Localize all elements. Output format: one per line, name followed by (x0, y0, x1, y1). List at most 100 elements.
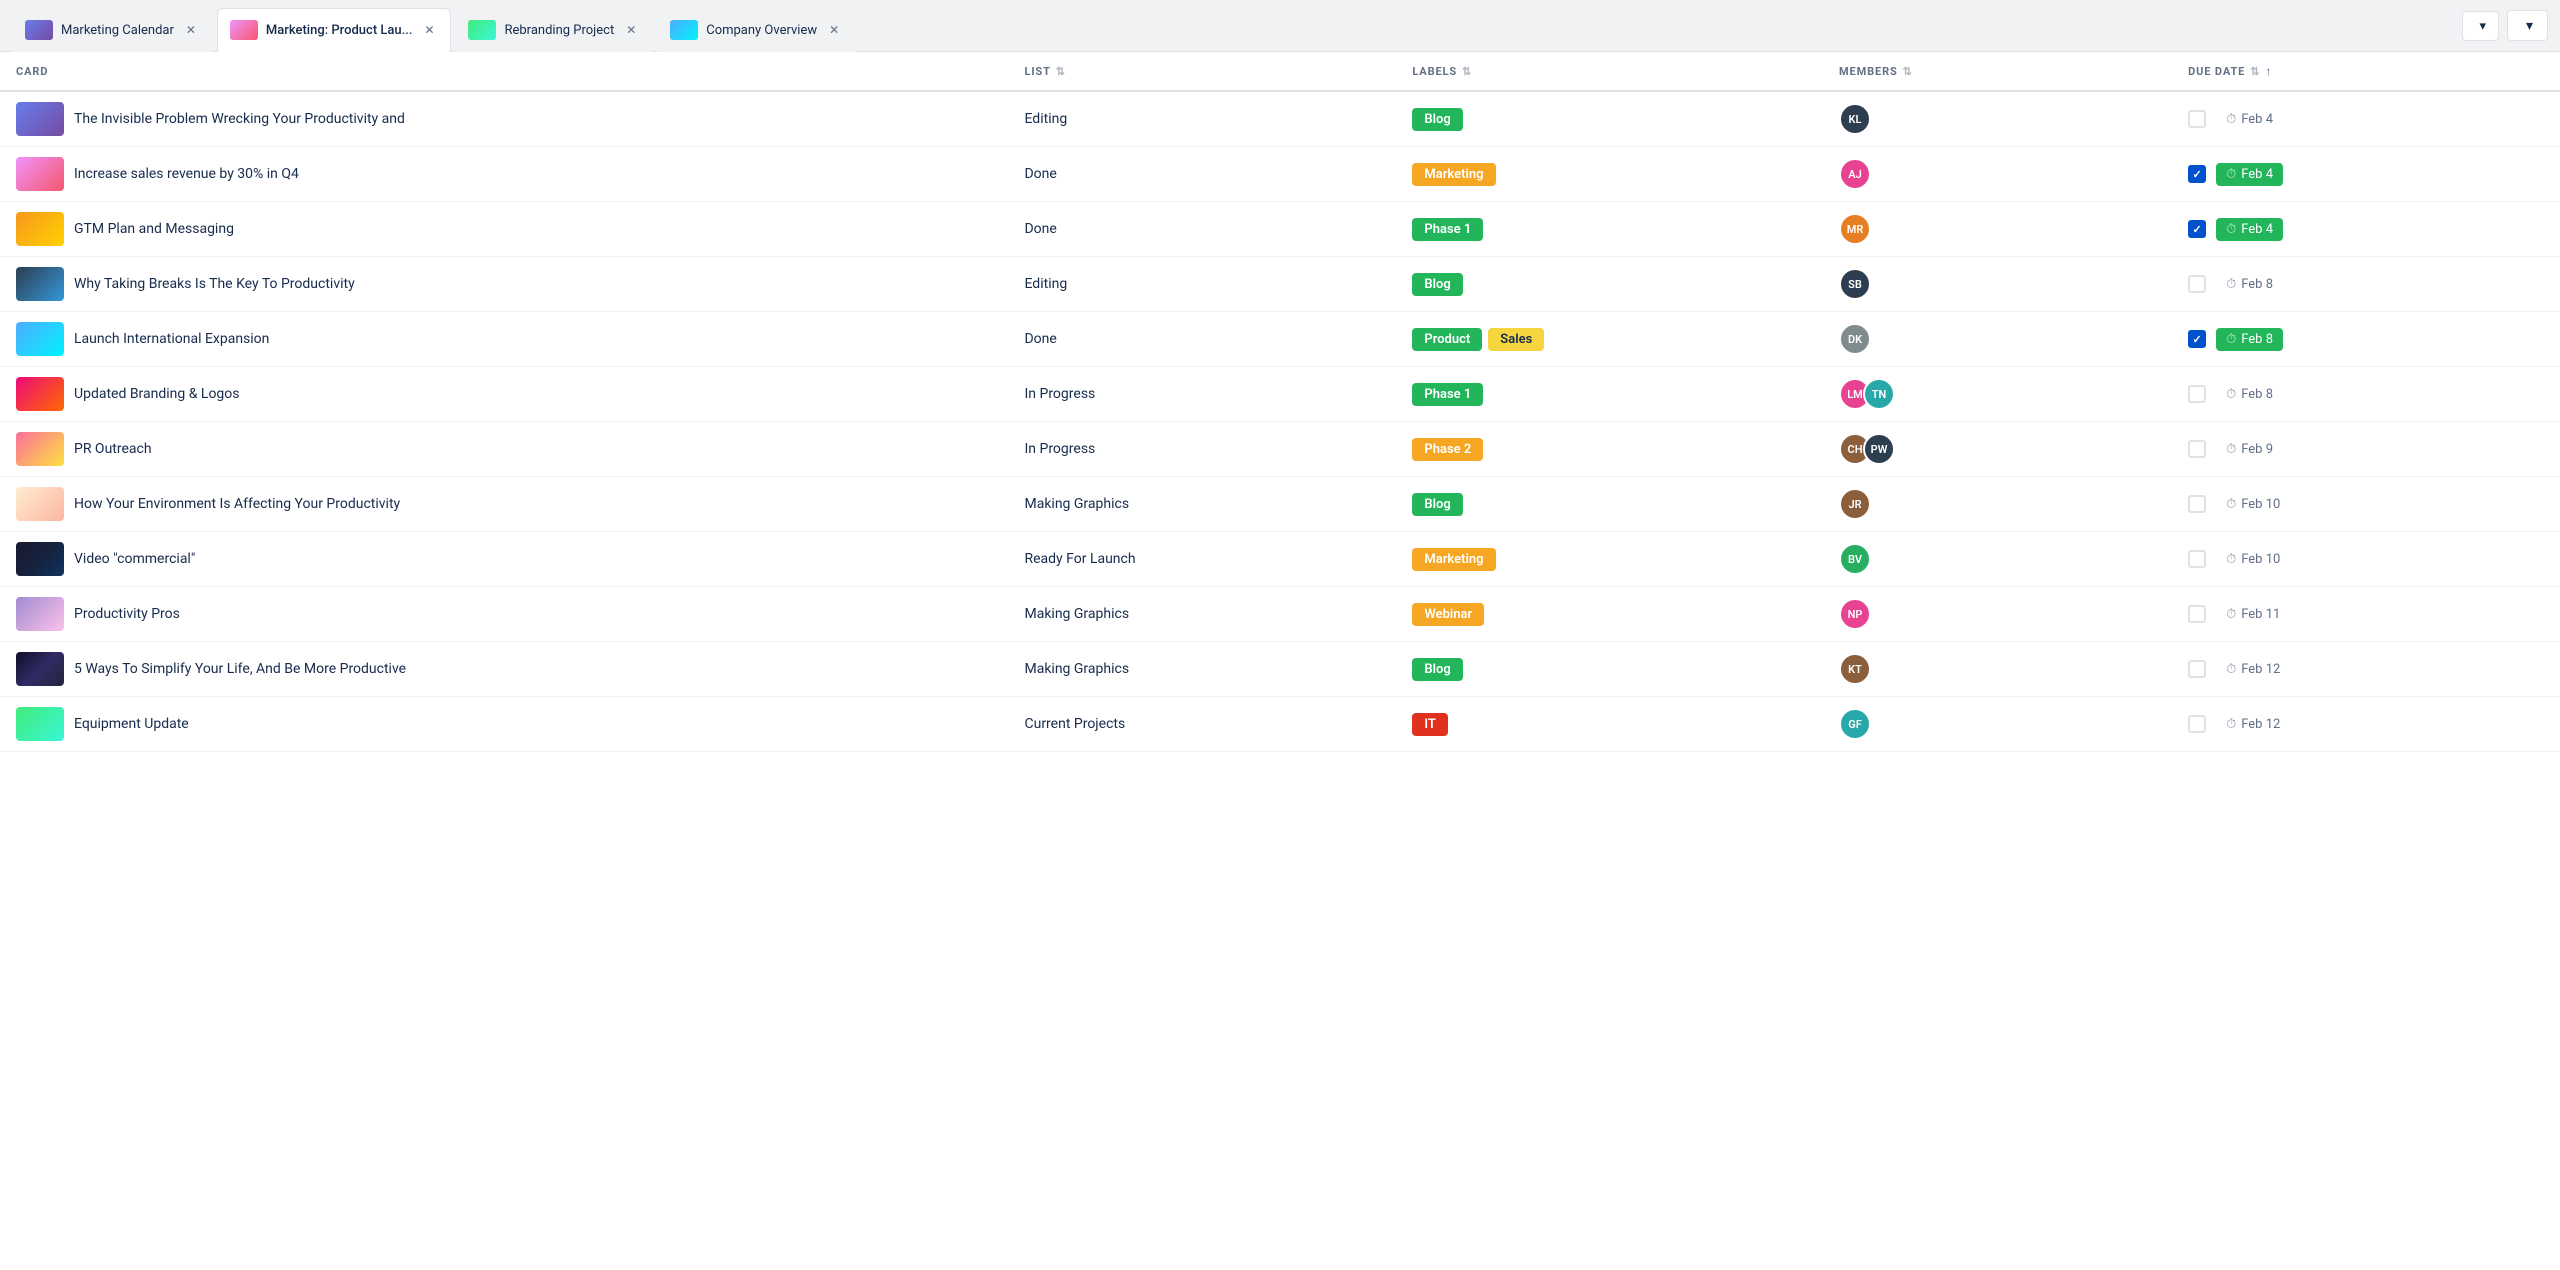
label-badge[interactable]: Blog (1412, 108, 1462, 131)
avatar[interactable]: GF (1839, 708, 1871, 740)
tab-rebranding[interactable]: Rebranding Project✕ (455, 8, 653, 52)
avatar[interactable]: SB (1839, 268, 1871, 300)
label-badge[interactable]: Sales (1488, 328, 1544, 351)
label-badge[interactable]: Marketing (1412, 548, 1495, 571)
card-title[interactable]: The Invisible Problem Wrecking Your Prod… (74, 111, 405, 127)
tab-close-icon[interactable]: ✕ (420, 21, 438, 39)
due-date-badge[interactable]: ⏱Feb 8 (2216, 383, 2283, 406)
due-date-checkbox[interactable] (2188, 660, 2206, 678)
clock-icon: ⏱ (2226, 222, 2236, 237)
avatar[interactable]: AJ (1839, 158, 1871, 190)
due-date-badge[interactable]: ⏱Feb 10 (2216, 548, 2290, 571)
card-title[interactable]: PR Outreach (74, 441, 152, 457)
avatar[interactable]: JR (1839, 488, 1871, 520)
labels-cell: Webinar (1396, 587, 1823, 642)
due-date-badge[interactable]: ⏱Feb 8 (2216, 273, 2283, 296)
avatar[interactable]: TN (1863, 378, 1895, 410)
tab-company-overview[interactable]: Company Overview✕ (657, 8, 856, 52)
avatar[interactable]: DK (1839, 323, 1871, 355)
label-badge[interactable]: Phase 1 (1412, 218, 1483, 241)
card-thumbnail (16, 487, 64, 521)
due-date-checkbox[interactable] (2188, 385, 2206, 403)
col-header-members[interactable]: MEMBERS⇅ (1823, 52, 2172, 91)
card-title[interactable]: Equipment Update (74, 716, 189, 732)
clock-icon: ⏱ (2226, 662, 2236, 677)
due-date-checkbox[interactable] (2188, 550, 2206, 568)
label-badge[interactable]: IT (1412, 713, 1448, 736)
tab-close-icon[interactable]: ✕ (622, 21, 640, 39)
tab-close-icon[interactable]: ✕ (825, 21, 843, 39)
card-thumbnail (16, 377, 64, 411)
tab-bar: Marketing Calendar✕Marketing: Product La… (0, 0, 2560, 52)
clock-icon: ⏱ (2226, 607, 2236, 622)
card-thumbnail (16, 432, 64, 466)
due-date-text: Feb 10 (2241, 552, 2280, 567)
due-date-badge[interactable]: ⏱ Feb 12 (2216, 658, 2290, 681)
due-date-text: Feb 9 (2241, 442, 2273, 457)
due-date-checkbox[interactable] (2188, 495, 2206, 513)
card-title[interactable]: Launch International Expansion (74, 331, 269, 347)
card-title[interactable]: How Your Environment Is Affecting Your P… (74, 496, 400, 512)
due-date-checkbox[interactable] (2188, 165, 2206, 183)
label-badge[interactable]: Product (1412, 328, 1482, 351)
due-date-text: Feb 11 (2241, 607, 2280, 622)
members-cell: BV (1823, 532, 2172, 587)
due-date-checkbox[interactable] (2188, 715, 2206, 733)
tab-thumb (468, 20, 496, 40)
due-date-checkbox[interactable] (2188, 330, 2206, 348)
due-date-checkbox[interactable] (2188, 440, 2206, 458)
avatar[interactable]: BV (1839, 543, 1871, 575)
col-header-due_date[interactable]: DUE DATE⇅↑ (2172, 52, 2560, 91)
card-title[interactable]: Video "commercial" (74, 551, 195, 567)
col-header-list[interactable]: LIST⇅ (1008, 52, 1396, 91)
due-date-badge[interactable]: ⏱Feb 8 (2216, 328, 2283, 351)
list-value: In Progress (1024, 441, 1095, 457)
tab-close-icon[interactable]: ✕ (182, 21, 200, 39)
add-boards-button[interactable]: ▾ (2462, 11, 2499, 41)
due-date-checkbox[interactable] (2188, 605, 2206, 623)
due-date-badge[interactable]: ⏱Feb 9 (2216, 438, 2283, 461)
due-date-badge[interactable]: ⏱Feb 4 (2216, 108, 2283, 131)
due-date-checkbox[interactable] (2188, 110, 2206, 128)
clock-icon: ⏱ (2226, 717, 2236, 732)
table-row: Productivity Pros Making Graphics Webinar N… (0, 587, 2560, 642)
due-date-badge[interactable]: ⏱Feb 4 (2216, 163, 2283, 186)
table-row: Updated Branding & LogosIn ProgressPhase… (0, 367, 2560, 422)
table-container: CARDLIST⇅LABELS⇅MEMBERS⇅DUE DATE⇅↑ The I… (0, 52, 2560, 752)
due-date-badge[interactable]: ⏱Feb 10 (2216, 493, 2290, 516)
quick-filters-button[interactable]: ▾ (2507, 10, 2548, 41)
tab-product-launch[interactable]: Marketing: Product Lau...✕ (217, 8, 452, 52)
due-date-text: Feb 12 (2241, 662, 2280, 677)
due-date-badge[interactable]: ⏱Feb 4 (2216, 218, 2283, 241)
list-cell: Done (1008, 312, 1396, 367)
label-badge[interactable]: Marketing (1412, 163, 1495, 186)
due-date-badge[interactable]: ⏱Feb 12 (2216, 713, 2290, 736)
card-title[interactable]: Productivity Pros (74, 606, 180, 622)
avatar[interactable]: PW (1863, 433, 1895, 465)
due-date-badge[interactable]: ⏱ Feb 11 (2216, 603, 2290, 626)
avatar[interactable]: NP (1839, 598, 1871, 630)
card-title[interactable]: Updated Branding & Logos (74, 386, 240, 402)
label-badge[interactable]: Blog (1412, 273, 1462, 296)
card-title[interactable]: Increase sales revenue by 30% in Q4 (74, 166, 299, 182)
label-badge[interactable]: Phase 1 (1412, 383, 1483, 406)
label-badge[interactable]: Blog (1412, 493, 1462, 516)
due-date-text: Feb 10 (2241, 497, 2280, 512)
card-thumbnail (16, 212, 64, 246)
avatar[interactable]: KT (1839, 653, 1871, 685)
label-badge[interactable]: Blog (1412, 658, 1462, 681)
due-date-checkbox[interactable] (2188, 275, 2206, 293)
col-header-labels[interactable]: LABELS⇅ (1396, 52, 1823, 91)
avatar[interactable]: MR (1839, 213, 1871, 245)
card-cell: Productivity Pros (0, 587, 1008, 642)
list-value: Done (1024, 221, 1056, 237)
list-value: Making Graphics (1024, 606, 1129, 622)
card-title[interactable]: Why Taking Breaks Is The Key To Producti… (74, 276, 355, 292)
card-title[interactable]: 5 Ways To Simplify Your Life, And Be Mor… (74, 661, 406, 677)
tab-marketing-calendar[interactable]: Marketing Calendar✕ (12, 8, 213, 52)
label-badge[interactable]: Phase 2 (1412, 438, 1483, 461)
label-badge[interactable]: Webinar (1412, 603, 1484, 626)
due-date-checkbox[interactable] (2188, 220, 2206, 238)
avatar[interactable]: KL (1839, 103, 1871, 135)
card-title[interactable]: GTM Plan and Messaging (74, 221, 234, 237)
